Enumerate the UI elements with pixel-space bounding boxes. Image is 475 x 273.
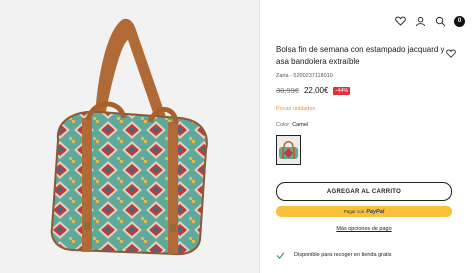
- stock-status: Pocas unidades: [276, 106, 316, 112]
- discount-badge: -44%: [333, 86, 351, 95]
- user-icon[interactable]: [414, 15, 426, 27]
- product-reference: Zaria - 5200237118010: [276, 73, 333, 79]
- store-pickup-info: Disponible para recoger en tienda gratis: [276, 246, 392, 264]
- color-swatch-camel[interactable]: [276, 135, 301, 165]
- color-value: Camel: [292, 122, 309, 128]
- product-info: Bolsa fin de semana con estampado jacqua…: [276, 44, 456, 68]
- check-icon: [276, 246, 285, 264]
- add-to-cart-button[interactable]: AGREGAR AL CARRITO: [276, 182, 452, 201]
- wishlist-heart-icon[interactable]: [446, 45, 456, 63]
- more-payment-options-link[interactable]: Más opciones de pago: [276, 226, 452, 232]
- old-price: 38,99€: [276, 86, 299, 95]
- panel-divider: [259, 0, 260, 273]
- paypal-prefix: Pagar con: [343, 209, 365, 214]
- pickup-text: Disponible para recoger en tienda gratis: [294, 252, 392, 258]
- color-label-prefix: Color:: [276, 122, 291, 128]
- product-image-gallery[interactable]: [0, 0, 259, 273]
- bag-image: [50, 18, 208, 256]
- paypal-button[interactable]: Pagar con PayPal: [276, 206, 452, 217]
- current-price: 22,00€: [303, 86, 329, 95]
- header-actions: 0: [394, 15, 465, 27]
- product-title: Bolsa fin de semana con estampado jacqua…: [276, 45, 445, 66]
- price-row: 38,99€ 22,00€ -44%: [276, 86, 351, 95]
- heart-icon[interactable]: [394, 15, 406, 27]
- color-label: Color: Camel: [276, 122, 308, 128]
- swatch-thumbnail: [279, 141, 298, 159]
- cart-badge[interactable]: 0: [454, 15, 465, 27]
- search-icon[interactable]: [434, 15, 446, 27]
- paypal-logo: PayPal: [366, 208, 385, 215]
